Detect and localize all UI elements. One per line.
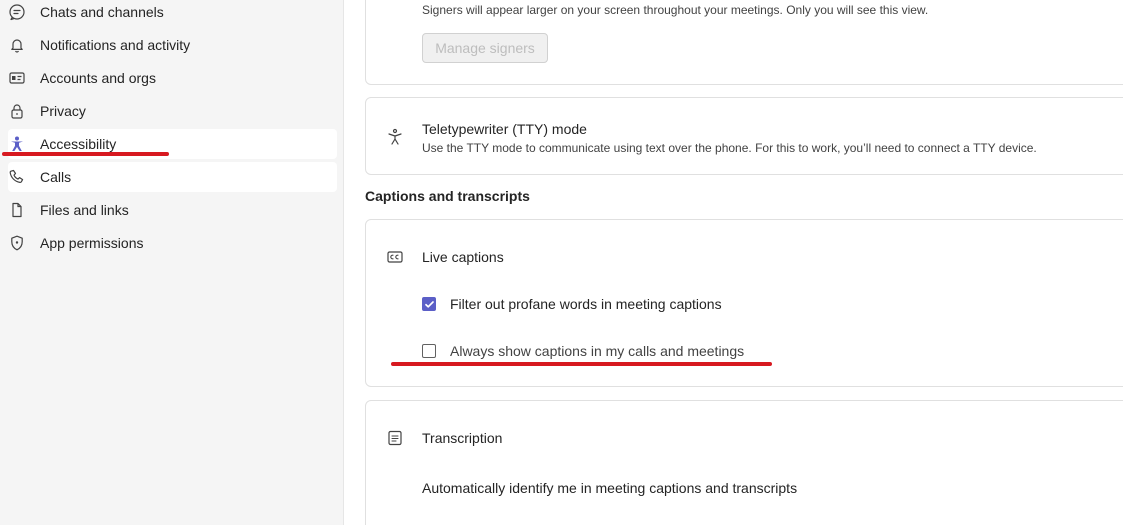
tty-mode-card: Teletypewriter (TTY) mode Use the TTY mo… (365, 97, 1123, 175)
closed-captions-icon (386, 248, 404, 266)
id-card-icon (8, 69, 26, 87)
always-show-captions-checkbox[interactable] (422, 344, 436, 358)
filter-profane-checkbox[interactable] (422, 297, 436, 311)
sidebar-item-app-permissions[interactable]: App permissions (8, 228, 337, 258)
transcription-title: Transcription (422, 430, 503, 446)
live-captions-title: Live captions (422, 249, 504, 265)
accessibility-icon (8, 135, 26, 153)
sidebar-item-calls[interactable]: Calls (8, 162, 337, 192)
signers-description: Signers will appear larger on your scree… (422, 3, 929, 17)
document-icon (8, 201, 26, 219)
sidebar-item-label: Accounts and orgs (40, 70, 156, 86)
settings-window: Chats and channels Notifications and act… (0, 0, 1123, 525)
captions-and-transcripts-heading: Captions and transcripts (365, 188, 530, 204)
transcription-card: Transcription Automatically identify me … (365, 400, 1123, 525)
sidebar-item-label: Accessibility (40, 136, 117, 152)
sidebar-item-label: Privacy (40, 103, 86, 119)
sidebar-item-label: Calls (40, 169, 72, 185)
settings-sidebar: Chats and channels Notifications and act… (0, 0, 344, 525)
signer-icon (386, 0, 404, 6)
bell-icon (8, 36, 26, 54)
chat-icon (8, 3, 26, 21)
shield-icon (8, 234, 26, 252)
tty-icon (386, 128, 404, 146)
tty-description: Use the TTY mode to communicate using te… (422, 141, 1037, 155)
captions-annotation-underline (391, 362, 772, 366)
filter-profane-option[interactable]: Filter out profane words in meeting capt… (422, 296, 722, 312)
sidebar-item-files-and-links[interactable]: Files and links (8, 195, 337, 225)
manage-signers-button[interactable]: Manage signers (422, 33, 548, 63)
sidebar-item-privacy[interactable]: Privacy (8, 96, 337, 126)
always-show-captions-option[interactable]: Always show captions in my calls and mee… (422, 343, 744, 359)
sidebar-item-label: Files and links (40, 202, 129, 218)
sidebar-item-label: Chats and channels (40, 4, 164, 20)
accessibility-annotation-underline (2, 152, 169, 156)
transcription-icon (386, 429, 404, 447)
sidebar-item-label: App permissions (40, 235, 144, 251)
always-show-captions-label: Always show captions in my calls and mee… (450, 343, 745, 359)
settings-content: Signers will appear larger on your scree… (344, 0, 1123, 525)
transcription-description: Automatically identify me in meeting cap… (422, 480, 798, 496)
sidebar-item-label: Notifications and activity (40, 37, 191, 53)
sidebar-item-chats-and-channels[interactable]: Chats and channels (8, 0, 337, 27)
tty-title: Teletypewriter (TTY) mode (422, 121, 587, 137)
lock-icon (8, 102, 26, 120)
sidebar-item-notifications-and-activity[interactable]: Notifications and activity (8, 30, 337, 60)
filter-profane-label: Filter out profane words in meeting capt… (450, 296, 722, 312)
phone-icon (8, 168, 26, 186)
signers-card: Signers will appear larger on your scree… (365, 0, 1123, 85)
sidebar-item-accounts-and-orgs[interactable]: Accounts and orgs (8, 63, 337, 93)
